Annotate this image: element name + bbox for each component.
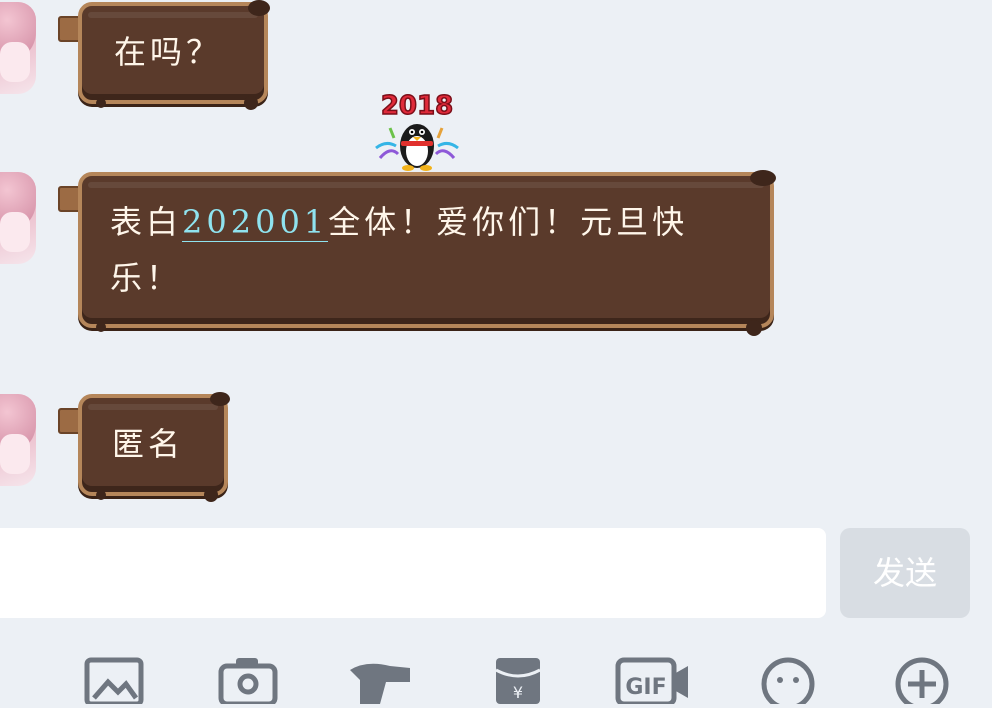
voice-icon[interactable] <box>0 654 30 704</box>
camera-icon[interactable] <box>218 654 278 707</box>
message-bubble[interactable]: 匿名 <box>78 392 230 502</box>
input-toolbar: ¥ GIF <box>0 640 992 708</box>
sender-avatar[interactable] <box>0 172 36 264</box>
hongbao-icon[interactable] <box>346 654 410 704</box>
message-text: 表白 <box>110 203 183 241</box>
penguin-2018-sticker: 2018 <box>372 88 462 172</box>
message-text: 匿名 <box>112 425 185 463</box>
message-link[interactable]: 202001 <box>182 203 329 242</box>
message-text: 在吗？ <box>114 33 223 71</box>
chat-message-list[interactable]: 在吗？ 2018 表白202001全体！爱你们！元旦快 乐！ 匿名 <box>0 0 992 520</box>
sticker-label: 2018 <box>381 91 453 121</box>
svg-text:GIF: GIF <box>625 675 666 700</box>
send-button[interactable]: 发送 <box>840 528 970 618</box>
red-packet-icon[interactable]: ¥ <box>492 654 552 704</box>
message-text-line2: 乐！ <box>110 259 183 297</box>
svg-text:¥: ¥ <box>513 683 523 702</box>
message-bubble[interactable]: 在吗？ <box>78 0 270 110</box>
emoji-icon[interactable] <box>758 654 818 708</box>
message-text: 全体！爱你们！元旦快 <box>328 203 689 241</box>
image-icon[interactable] <box>84 654 144 707</box>
sender-avatar[interactable] <box>0 2 36 94</box>
gif-icon[interactable]: GIF <box>614 654 688 707</box>
sender-avatar[interactable] <box>0 394 36 486</box>
plus-icon[interactable] <box>892 654 952 708</box>
message-bubble[interactable]: 表白202001全体！爱你们！元旦快 乐！ <box>78 170 776 336</box>
message-input[interactable] <box>0 528 826 618</box>
composer-bar: 发送 <box>0 524 992 624</box>
